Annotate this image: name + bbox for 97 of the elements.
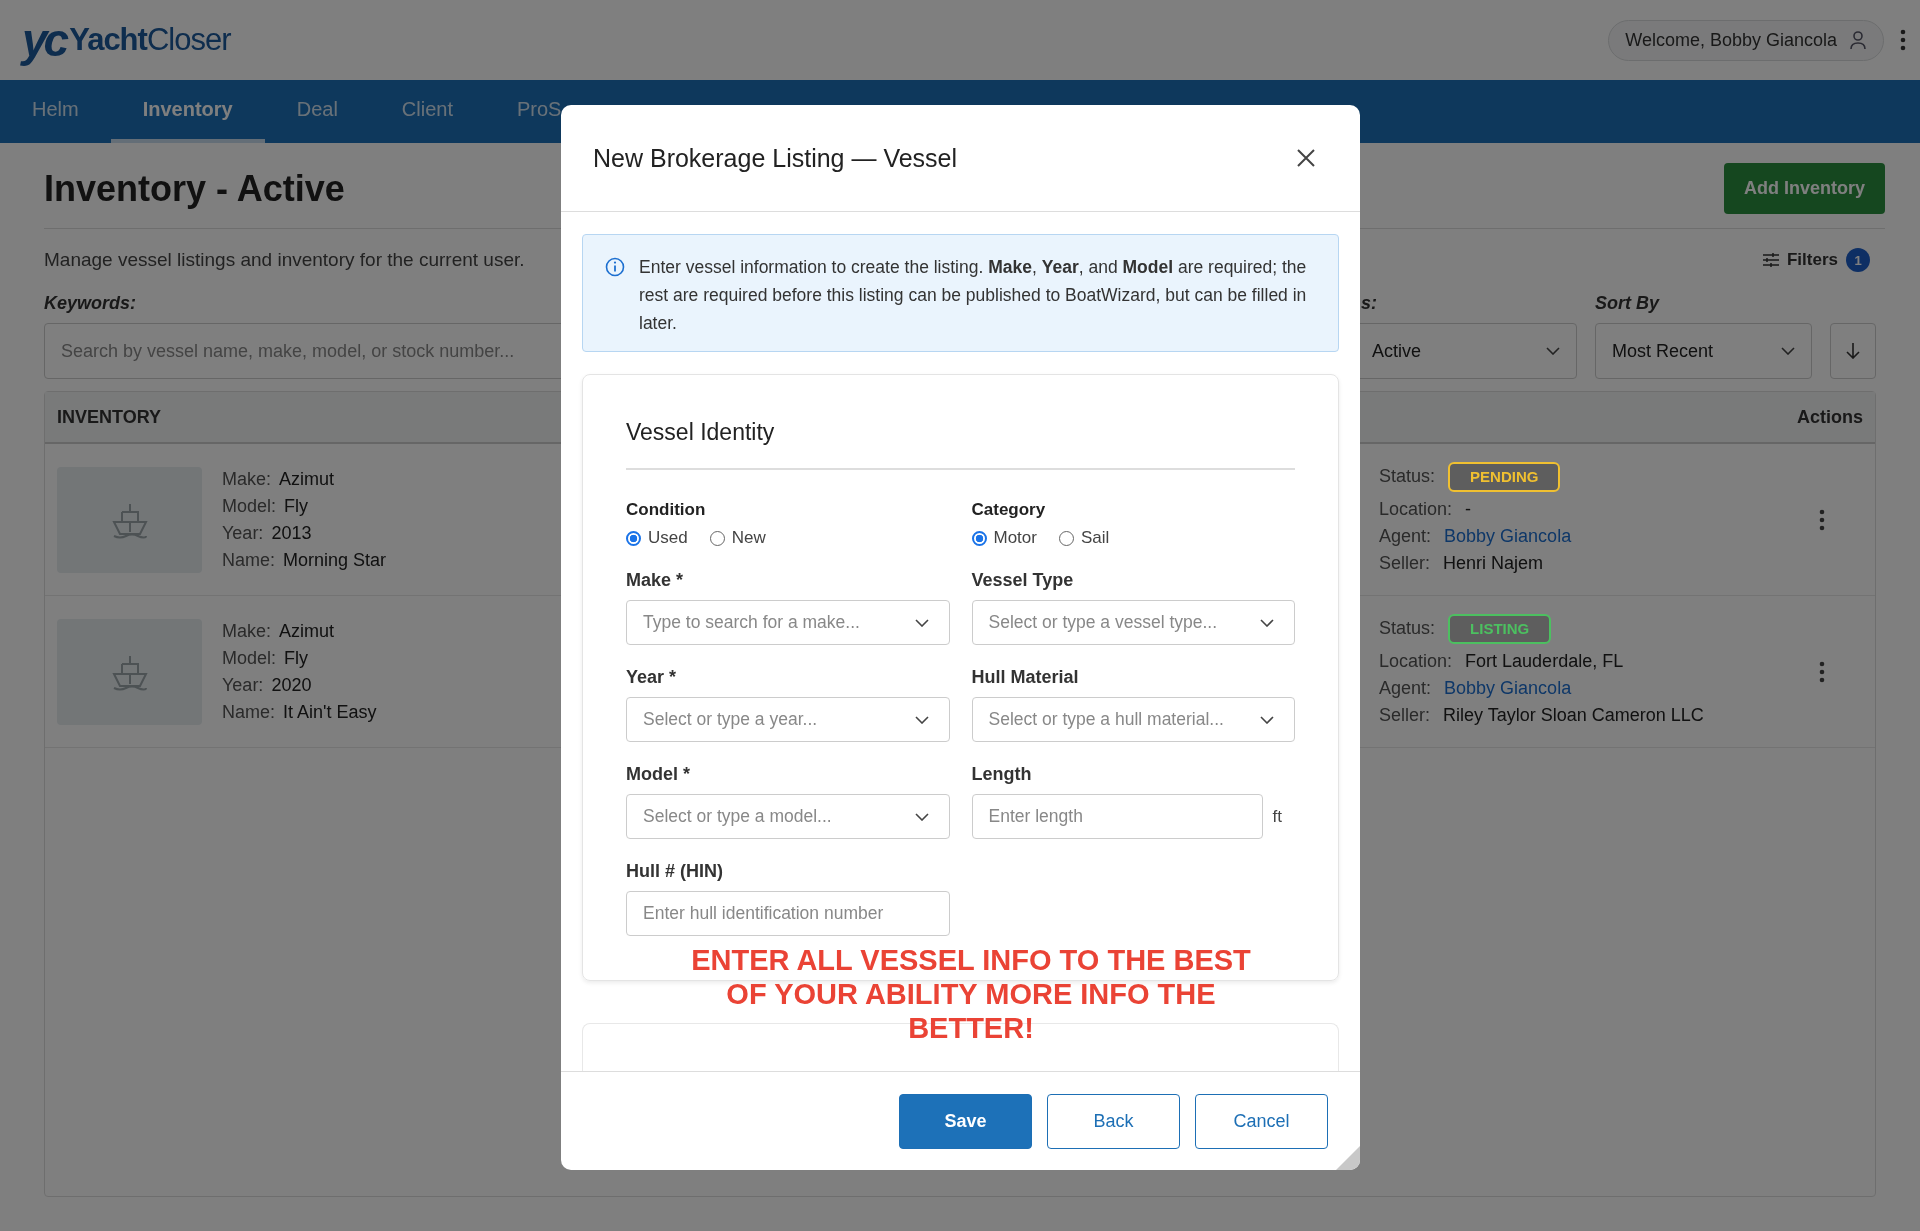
field-value: Azimut <box>279 620 335 641</box>
field-label: Name: <box>222 549 275 570</box>
kebab-menu-icon[interactable] <box>1819 508 1825 531</box>
column-header: Actions <box>1797 406 1863 428</box>
field-label: Location: <box>1379 499 1453 519</box>
sort-by-label: Sort By <box>1595 293 1659 315</box>
field-value: Fly <box>284 495 309 516</box>
nav-tab[interactable]: ProS <box>485 80 594 143</box>
filters-button[interactable]: Filters 1 <box>1756 247 1876 273</box>
filter-count-badge: 1 <box>1846 248 1870 272</box>
arrow-down-icon <box>1846 343 1860 359</box>
input-field[interactable]: Enter length <box>971 794 1263 839</box>
radio-group-label: Condition <box>626 500 707 520</box>
page-title: Inventory - Active <box>44 167 345 210</box>
chevron-down-icon <box>1260 715 1274 724</box>
field-value: Fly <box>284 647 309 668</box>
keywords-label: Keywords: <box>44 293 137 315</box>
field-label: Status: <box>1379 466 1436 486</box>
radio-option[interactable]: Motor <box>971 528 1037 548</box>
unit-label: ft <box>1272 806 1282 827</box>
field-label: Make * <box>626 570 685 591</box>
info-icon <box>605 257 625 277</box>
radio-button[interactable] <box>971 530 987 546</box>
nav-tab[interactable]: Deal <box>264 80 370 143</box>
person-icon <box>1849 30 1867 50</box>
field-label: Status: <box>1379 618 1436 638</box>
page-description: Manage vessel listings and inventory for the current user. <box>44 249 525 271</box>
close-icon[interactable] <box>1296 148 1316 168</box>
field-label: Year * <box>626 667 678 688</box>
field-label: Model * <box>626 764 691 785</box>
field-label: Year: <box>222 522 264 543</box>
field-label: Seller: <box>1379 553 1431 573</box>
dialog-button[interactable]: Save <box>899 1093 1032 1149</box>
chevron-down-icon <box>1546 347 1560 355</box>
field-label: Agent: <box>1379 526 1432 546</box>
sliders-icon <box>1762 253 1779 267</box>
agent-link[interactable]: Bobby Giancola <box>1444 678 1572 698</box>
field-label: Hull Material <box>971 667 1080 688</box>
annotation-text: ENTER ALL VESSEL INFO TO THE BEST OF YOUR ABILITY MORE INFO THE BETTER! <box>690 943 1252 1045</box>
field-label: Name: <box>222 701 275 722</box>
status-badge: PENDING <box>1448 462 1561 492</box>
chevron-down-icon <box>914 812 929 821</box>
user-menu-button[interactable]: Welcome, Bobby Giancola <box>1608 19 1884 61</box>
field-label: Seller: <box>1379 705 1431 725</box>
field-label: Make: <box>222 620 272 641</box>
kebab-menu-icon[interactable] <box>1900 29 1906 51</box>
field-value: Morning Star <box>283 549 387 570</box>
dialog-button[interactable]: Back <box>1047 1093 1180 1149</box>
field-value: 2013 <box>271 522 312 543</box>
field-value: It Ain't Easy <box>283 701 377 722</box>
chevron-down-icon <box>914 618 929 627</box>
field-label: Year: <box>222 674 264 695</box>
radio-option[interactable]: New <box>709 528 766 548</box>
chevron-down-icon <box>1781 347 1795 355</box>
nav-tab[interactable]: Inventory <box>110 80 265 143</box>
chevron-down-icon <box>1260 618 1274 627</box>
agent-link[interactable]: Bobby Giancola <box>1444 526 1572 546</box>
field-value: Fort Lauderdale, FL <box>1465 651 1624 671</box>
modal-title: New Brokerage Listing — Vessel <box>593 143 958 173</box>
radio-option[interactable]: Used <box>626 528 688 548</box>
field-label: Make: <box>222 468 272 489</box>
radio-option[interactable]: Sail <box>1058 528 1110 548</box>
section-title: Vessel Identity <box>626 419 1295 470</box>
field-label: Location: <box>1379 651 1453 671</box>
kebab-menu-icon[interactable] <box>1819 660 1825 683</box>
sort-direction-button[interactable] <box>1830 323 1876 379</box>
status-label: s: <box>1361 293 1377 315</box>
radio-group-label: Category <box>971 500 1047 520</box>
select-field[interactable]: Type to search for a make... <box>626 600 950 645</box>
input-field[interactable]: Enter hull identification number <box>626 891 950 936</box>
resize-handle-icon[interactable] <box>1336 1146 1360 1170</box>
nav-tab[interactable]: Client <box>369 80 485 143</box>
nav-tab[interactable]: Helm <box>0 80 111 143</box>
field-value: - <box>1465 499 1472 519</box>
field-label: Agent: <box>1379 678 1432 698</box>
radio-button[interactable] <box>626 530 641 546</box>
field-label: Hull # (HIN) <box>626 861 724 882</box>
field-label: Model: <box>222 495 277 516</box>
chevron-down-icon <box>914 715 929 724</box>
select-field[interactable]: Select or type a model... <box>626 794 950 839</box>
field-value: 2020 <box>271 674 312 695</box>
sort-select[interactable]: Most Recent <box>1595 323 1812 379</box>
add-inventory-button[interactable]: Add Inventory <box>1724 163 1885 214</box>
select-field[interactable]: Select or type a hull material... <box>971 697 1295 742</box>
status-badge: LISTING <box>1448 614 1552 644</box>
select-field[interactable]: Select or type a vessel type... <box>971 600 1295 645</box>
field-label: Model: <box>222 647 277 668</box>
field-value: Riley Taylor Sloan Cameron LLC <box>1443 705 1704 725</box>
logo-name: YachtCloser <box>69 22 231 58</box>
field-value: Henri Najem <box>1443 553 1544 573</box>
field-label: Length <box>971 764 1033 785</box>
info-message: Enter vessel information to create the listing. Make, Year, and Model are required; the rest are required before this listing can be published to BoatWizard, but can be filled in later. <box>639 256 1308 335</box>
select-field[interactable]: Select or type a year... <box>626 697 950 742</box>
field-label: Vessel Type <box>971 570 1075 591</box>
column-header: INVENTORY <box>57 406 162 428</box>
dialog-button[interactable]: Cancel <box>1195 1093 1328 1149</box>
field-value: Azimut <box>279 468 335 489</box>
